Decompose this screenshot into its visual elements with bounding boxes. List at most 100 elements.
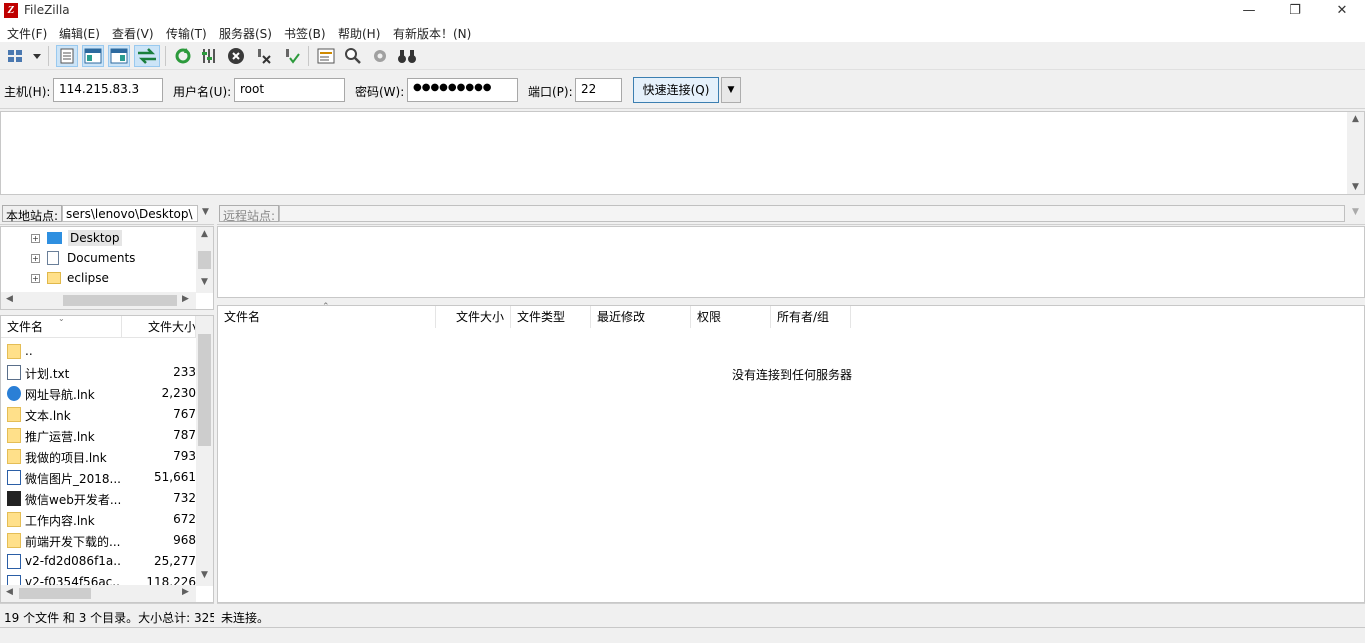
txt-icon <box>7 365 21 380</box>
file-row[interactable]: .. <box>1 341 196 362</box>
column-owner[interactable]: 所有者/组 <box>771 306 851 328</box>
menu-new-version[interactable]: 有新版本！(N) <box>393 25 471 42</box>
close-button[interactable]: ✕ <box>1319 0 1365 22</box>
local-site-label: 本地站点: <box>2 205 63 223</box>
port-input[interactable]: 22 <box>575 78 622 102</box>
menu-edit[interactable]: 编辑(E) <box>59 25 100 42</box>
file-hscrollbar[interactable]: ◀ ▶ <box>1 585 196 602</box>
column-modified[interactable]: 最近修改 <box>591 306 691 328</box>
reconnect-icon <box>286 49 300 64</box>
file-row[interactable]: 文本.lnk 767 <box>1 404 196 425</box>
remote-file-list[interactable]: 文件名 文件大小 文件类型 最近修改 权限 所有者/组 ⌃ 没有连接到任何服务器 <box>217 302 1365 603</box>
toggle-queue-button[interactable] <box>134 45 160 67</box>
tree-item-eclipse[interactable]: + eclipse <box>31 268 109 288</box>
filter-icon <box>317 48 335 64</box>
local-file-list[interactable]: 文件名 文件大小 ⌄ .. 计划.txt 233 网址导航.lnk 2,230 文本.ln… <box>0 315 214 603</box>
sort-indicator-icon: ⌄ <box>58 315 65 323</box>
transfer-queue-icon <box>138 48 156 64</box>
quickconnect-dropdown-button[interactable]: ▼ <box>721 77 741 103</box>
file-row[interactable]: 网址导航.lnk 2,230 <box>1 383 196 404</box>
refresh-icon <box>175 48 191 64</box>
local-directory-tree[interactable]: + Desktop + Documents + eclipse ▲ ▼ ◀ ▶ <box>0 226 214 310</box>
ie-icon <box>7 386 21 401</box>
tree-hscrollbar[interactable]: ◀ ▶ <box>1 292 196 309</box>
documents-icon <box>47 251 59 265</box>
file-row[interactable]: 工作内容.lnk 672 <box>1 509 196 530</box>
file-row[interactable]: 我做的项目.lnk 793 <box>1 446 196 467</box>
file-name: 计划.txt <box>25 367 70 381</box>
folder-icon <box>7 344 21 359</box>
file-name: 推广运营.lnk <box>25 430 95 444</box>
disconnect-button[interactable] <box>253 45 275 67</box>
minimize-button[interactable]: — <box>1226 0 1272 22</box>
find-files-button[interactable] <box>396 45 418 67</box>
tree-item-desktop[interactable]: + Desktop <box>31 228 122 248</box>
column-permissions[interactable]: 权限 <box>691 306 771 328</box>
log-scrollbar[interactable]: ▲ ▼ <box>1347 112 1364 194</box>
toggle-local-tree-button[interactable] <box>82 45 104 67</box>
menu-help[interactable]: 帮助(H) <box>338 25 380 42</box>
file-row[interactable]: 微信图片_2018... 51,661 <box>1 467 196 488</box>
compare-button[interactable] <box>342 45 364 67</box>
folder-icon <box>7 428 21 443</box>
toggle-remote-tree-button[interactable] <box>108 45 130 67</box>
tree-item-documents[interactable]: + Documents <box>31 248 135 268</box>
file-row[interactable]: 前端开发下载的... 968 <box>1 530 196 551</box>
file-size: 672 <box>173 512 196 526</box>
filter-button[interactable] <box>198 45 220 67</box>
menu-file[interactable]: 文件(F) <box>7 25 47 42</box>
reconnect-button[interactable] <box>281 45 303 67</box>
column-filesize[interactable]: 文件大小 <box>436 306 511 328</box>
expand-icon[interactable]: + <box>31 253 40 263</box>
menu-view[interactable]: 查看(V) <box>112 25 154 42</box>
menu-bookmarks[interactable]: 书签(B) <box>284 25 326 42</box>
remote-path-input[interactable] <box>279 205 1345 222</box>
scroll-down-icon[interactable]: ▼ <box>1347 182 1364 192</box>
local-status: 19 个文件 和 3 个目录。大小总计: 325 <box>0 603 214 627</box>
expand-icon[interactable]: + <box>31 273 40 283</box>
file-name: 微信图片_2018... <box>25 472 121 486</box>
local-path-input[interactable]: sers\lenovo\Desktop\ <box>62 205 198 222</box>
sync-browsing-button[interactable] <box>369 45 391 67</box>
tree-vscrollbar[interactable]: ▲ ▼ <box>196 227 213 293</box>
folder-icon <box>7 407 21 422</box>
file-row[interactable]: 微信web开发者... 732 <box>1 488 196 509</box>
tree-item-label: Documents <box>67 251 136 265</box>
file-row[interactable]: v2-fd2d086f1a... 25,277 <box>1 551 196 572</box>
menu-server[interactable]: 服务器(S) <box>219 25 272 42</box>
file-row[interactable]: 推广运营.lnk 787 <box>1 425 196 446</box>
filezilla-logo-icon: Z <box>4 3 18 18</box>
title-bar: Z FileZilla — ❐ ✕ <box>0 0 1365 22</box>
file-name: 前端开发下载的... <box>25 535 121 549</box>
password-input[interactable]: ●●●●●●●●● <box>407 78 518 102</box>
host-input[interactable]: 114.215.83.3 <box>53 78 163 102</box>
file-size: 793 <box>173 449 196 463</box>
file-size: 787 <box>173 428 196 442</box>
cancel-button[interactable] <box>225 45 247 67</box>
file-size: 51,661 <box>154 470 196 484</box>
local-path-dropdown-icon[interactable]: ▼ <box>197 207 214 217</box>
refresh-button[interactable] <box>172 45 194 67</box>
remote-path-dropdown-icon[interactable]: ▼ <box>1347 207 1364 217</box>
toggle-log-button[interactable] <box>56 45 78 67</box>
directory-listing-filter-button[interactable] <box>315 45 337 67</box>
img-icon <box>7 470 21 485</box>
username-input[interactable]: root <box>234 78 345 102</box>
scroll-up-icon[interactable]: ▲ <box>1347 114 1364 124</box>
message-log[interactable]: ▲ ▼ <box>0 111 1365 195</box>
column-filesize[interactable]: 文件大小 <box>122 316 196 338</box>
file-vscrollbar[interactable]: ▼ <box>196 316 213 586</box>
toolbar <box>0 42 1365 70</box>
expand-icon[interactable]: + <box>31 233 40 243</box>
remote-column-header: 文件名 文件大小 文件类型 最近修改 权限 所有者/组 ⌃ <box>218 302 1364 330</box>
restore-button[interactable]: ❐ <box>1272 0 1318 22</box>
remote-directory-tree[interactable] <box>217 226 1365 298</box>
file-row[interactable]: 计划.txt 233 <box>1 362 196 383</box>
local-rows: .. 计划.txt 233 网址导航.lnk 2,230 文本.lnk 767 推广运营.ln… <box>1 341 196 590</box>
desktop-folder-icon <box>47 232 62 244</box>
file-name: 我做的项目.lnk <box>25 451 107 465</box>
column-filetype[interactable]: 文件类型 <box>511 306 591 328</box>
site-manager-button[interactable] <box>5 45 43 67</box>
quickconnect-button[interactable]: 快速连接(Q) <box>633 77 719 103</box>
menu-transfer[interactable]: 传输(T) <box>166 25 207 42</box>
